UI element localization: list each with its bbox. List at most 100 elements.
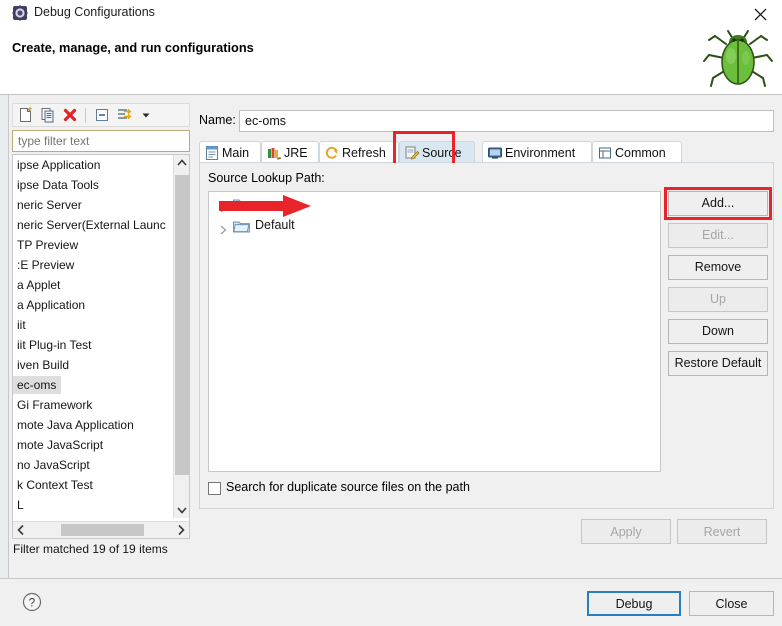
refresh-tab-icon	[324, 145, 340, 161]
tab-jre[interactable]: JRE	[261, 141, 319, 163]
source-tab-icon	[404, 145, 420, 161]
svg-text:?: ?	[29, 598, 35, 610]
add-button[interactable]: Add...	[668, 191, 768, 216]
list-item-label: mote JavaScript	[17, 438, 104, 452]
list-vertical-scrollbar[interactable]	[173, 155, 189, 518]
list-horizontal-scrollbar[interactable]	[13, 521, 189, 538]
toolbar-separator	[85, 108, 86, 123]
dialog-footer: ? Debug Close	[0, 578, 782, 626]
list-item[interactable]: mote Java Application	[13, 415, 173, 435]
page-title: Create, manage, and run configurations	[12, 40, 254, 55]
configurations-list-viewport[interactable]: ipse Application ipse Data Tools neric S…	[13, 155, 173, 518]
list-item[interactable]: ipse Application	[13, 155, 173, 175]
list-item-label: no JavaScript	[17, 458, 90, 472]
tab-label: JRE	[284, 146, 308, 160]
chevron-up-icon[interactable]	[174, 155, 190, 171]
common-tab-icon	[597, 145, 613, 161]
tab-label: Refresh	[342, 146, 386, 160]
remove-button[interactable]: Remove	[668, 255, 768, 280]
source-tab-panel: Source Lookup Path: Default Add... Edit.…	[199, 163, 774, 509]
new-launch-configuration-icon[interactable]	[17, 106, 37, 125]
list-item-label: ipse Data Tools	[17, 178, 99, 192]
list-item[interactable]: iit Plug-in Test	[13, 335, 173, 355]
tree-item-label: Default	[255, 218, 295, 232]
list-item[interactable]: a Applet	[13, 275, 173, 295]
tab-label: Main	[222, 146, 250, 160]
list-item[interactable]: TP Preview	[13, 235, 173, 255]
tab-refresh[interactable]: Refresh	[319, 141, 399, 163]
list-item[interactable]: L	[13, 495, 173, 515]
title-bar: Debug Configurations	[0, 0, 782, 26]
chevron-left-icon[interactable]	[13, 522, 30, 538]
close-icon[interactable]	[740, 0, 782, 26]
chevron-down-icon[interactable]	[174, 502, 190, 518]
list-item-label: iit	[17, 318, 26, 332]
debug-configurations-dialog: Debug Configurations Create, manage, and…	[0, 0, 782, 626]
close-button[interactable]: Close	[689, 591, 774, 616]
list-item-label: L	[17, 498, 24, 512]
jre-tab-icon	[266, 145, 282, 161]
up-button: Up	[668, 287, 768, 312]
down-button[interactable]: Down	[668, 319, 768, 344]
chevron-right-icon[interactable]	[172, 522, 189, 538]
scrollbar-thumb-horizontal[interactable]	[61, 524, 144, 536]
list-item-label: TP Preview	[17, 238, 79, 252]
list-item-label: a Applet	[17, 278, 61, 292]
list-item[interactable]: ipse Data Tools	[13, 175, 173, 195]
list-item-label: Gi Framework	[17, 398, 93, 412]
source-lookup-path-label: Source Lookup Path:	[208, 171, 325, 185]
revert-button: Revert	[677, 519, 767, 544]
list-item-label: ipse Application	[17, 158, 101, 172]
apply-button: Apply	[581, 519, 671, 544]
list-item-label: :E Preview	[17, 258, 75, 272]
tab-environment[interactable]: Environment	[482, 141, 592, 163]
chevron-right-icon[interactable]	[219, 220, 228, 235]
list-item[interactable]: a Application	[13, 295, 173, 315]
tab-bar: Main JRE Refresh Source Environment Comm…	[199, 141, 774, 163]
window-left-edge	[0, 94, 9, 625]
main-tab-icon	[204, 145, 220, 161]
configurations-panel: ipse Application ipse Data Tools neric S…	[9, 100, 192, 573]
list-item[interactable]: :E Preview	[13, 255, 173, 275]
name-input[interactable]	[239, 110, 774, 132]
search-duplicates-checkbox[interactable]	[208, 482, 221, 495]
configuration-editor: Name: Main	[199, 100, 774, 573]
list-item[interactable]: neric Server(External Launc	[13, 215, 173, 235]
list-item[interactable]: k Context Test	[13, 475, 173, 495]
tab-label: Environment	[505, 146, 576, 160]
list-item-label: a Application	[17, 298, 86, 312]
duplicate-icon[interactable]	[39, 106, 59, 125]
filter-icon[interactable]	[115, 106, 135, 125]
scrollbar-thumb-vertical[interactable]	[175, 175, 189, 475]
environment-tab-icon	[487, 145, 503, 161]
list-item[interactable]: mote JavaScript	[13, 435, 173, 455]
tab-source[interactable]: Source	[399, 141, 475, 163]
list-item[interactable]: Gi Framework	[13, 395, 173, 415]
dialog-content: ipse Application ipse Data Tools neric S…	[9, 100, 774, 573]
restore-default-button[interactable]: Restore Default	[668, 351, 768, 376]
window-title: Debug Configurations	[34, 5, 155, 19]
tree-item[interactable]	[209, 192, 660, 214]
delete-icon[interactable]	[61, 106, 81, 125]
source-lookup-path-tree[interactable]: Default	[208, 191, 661, 472]
name-label: Name:	[199, 113, 236, 127]
chevron-right-icon[interactable]	[219, 198, 228, 213]
edit-button: Edit...	[668, 223, 768, 248]
tab-main[interactable]: Main	[199, 141, 261, 163]
list-item-selected[interactable]: ec-oms	[13, 375, 173, 395]
tab-common[interactable]: Common	[592, 141, 682, 163]
chevron-down-icon[interactable]	[137, 106, 157, 125]
help-icon[interactable]: ?	[22, 592, 42, 612]
list-item[interactable]: iven Build	[13, 355, 173, 375]
list-item[interactable]: no JavaScript	[13, 455, 173, 475]
list-item-label: neric Server	[17, 198, 82, 212]
configurations-list[interactable]: ipse Application ipse Data Tools neric S…	[12, 154, 190, 539]
folder-icon	[232, 218, 250, 233]
list-item[interactable]: iit	[13, 315, 173, 335]
list-item[interactable]: neric Server	[13, 195, 173, 215]
tree-item-default[interactable]: Default	[209, 214, 660, 236]
collapse-all-icon[interactable]	[93, 106, 113, 125]
filter-input[interactable]	[12, 130, 190, 152]
debug-button[interactable]: Debug	[587, 591, 681, 616]
list-item-label: neric Server(External Launc	[17, 218, 166, 232]
